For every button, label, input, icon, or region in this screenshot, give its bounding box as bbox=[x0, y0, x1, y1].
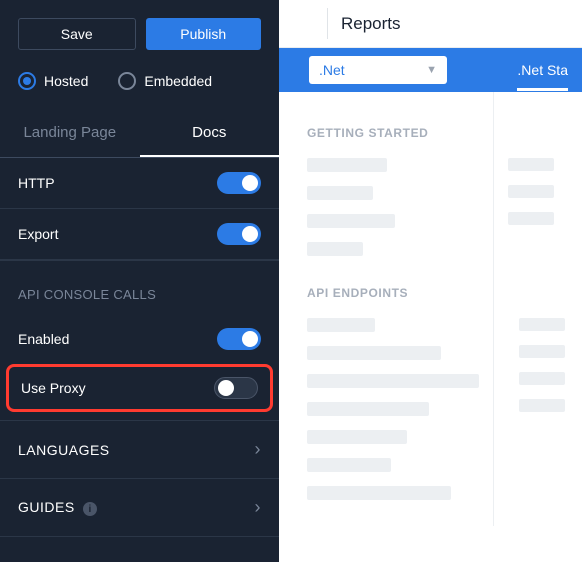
skeleton-line bbox=[307, 402, 429, 416]
caret-down-icon: ▼ bbox=[426, 64, 437, 76]
use-proxy-highlight: Use Proxy bbox=[6, 364, 273, 412]
radio-icon bbox=[118, 72, 136, 90]
enabled-toggle-row: Enabled bbox=[0, 314, 279, 360]
skeleton-line bbox=[307, 374, 479, 388]
toolbar: .Net ▼ .Net Sta bbox=[279, 48, 582, 92]
http-toggle[interactable] bbox=[217, 172, 261, 194]
chevron-right-icon: › bbox=[255, 497, 262, 518]
export-toggle[interactable] bbox=[217, 223, 261, 245]
languages-row[interactable]: LANGUAGES › bbox=[0, 420, 279, 478]
hosting-radio-group: Hosted Embedded bbox=[0, 66, 279, 110]
skeleton-line bbox=[307, 242, 363, 256]
http-label: HTTP bbox=[18, 175, 55, 191]
save-button[interactable]: Save bbox=[18, 18, 136, 50]
skeleton-line bbox=[307, 430, 407, 444]
info-icon: i bbox=[83, 502, 97, 516]
skeleton-line bbox=[307, 186, 373, 200]
api-console-section-title: API CONSOLE CALLS bbox=[0, 260, 279, 314]
languages-label: LANGUAGES bbox=[18, 442, 110, 458]
sidebar: Save Publish Hosted Embedded Landing Pag… bbox=[0, 0, 279, 562]
embedded-radio-label: Embedded bbox=[144, 73, 212, 89]
skeleton-line bbox=[519, 372, 565, 385]
skeleton-line bbox=[519, 318, 565, 331]
skeleton-line bbox=[307, 486, 451, 500]
tab-docs[interactable]: Docs bbox=[140, 110, 280, 157]
enabled-toggle[interactable] bbox=[217, 328, 261, 350]
skeleton-group bbox=[307, 158, 554, 256]
http-toggle-row: HTTP bbox=[0, 158, 279, 209]
main-header: Reports bbox=[279, 0, 582, 48]
skeleton-line bbox=[508, 158, 554, 171]
sidebar-tabs: Landing Page Docs bbox=[0, 110, 279, 158]
page-title: Reports bbox=[341, 14, 401, 34]
skeleton-line bbox=[519, 399, 565, 412]
main-panel: Reports .Net ▼ .Net Sta GETTING STARTED bbox=[279, 0, 582, 562]
guides-row[interactable]: GUIDES i › bbox=[0, 478, 279, 537]
guides-label: GUIDES i bbox=[18, 499, 97, 517]
publish-button[interactable]: Publish bbox=[146, 18, 262, 50]
hosted-radio[interactable]: Hosted bbox=[18, 72, 88, 90]
language-select[interactable]: .Net ▼ bbox=[309, 56, 447, 84]
skeleton-line bbox=[307, 346, 441, 360]
skeleton-line bbox=[307, 158, 387, 172]
language-select-label: .Net bbox=[319, 62, 345, 78]
skeleton-line bbox=[307, 458, 391, 472]
skeleton-line bbox=[508, 212, 554, 225]
skeleton-line bbox=[508, 185, 554, 198]
api-endpoints-heading: API ENDPOINTS bbox=[307, 286, 554, 300]
export-toggle-row: Export bbox=[0, 209, 279, 260]
toolbar-tab-net-standard[interactable]: .Net Sta bbox=[517, 62, 568, 91]
use-proxy-toggle[interactable] bbox=[214, 377, 258, 399]
hosted-radio-label: Hosted bbox=[44, 73, 88, 89]
use-proxy-label: Use Proxy bbox=[21, 380, 86, 396]
radio-icon bbox=[18, 72, 36, 90]
skeleton-line bbox=[519, 345, 565, 358]
enabled-label: Enabled bbox=[18, 331, 69, 347]
skeleton-group bbox=[307, 318, 554, 500]
skeleton-line bbox=[307, 214, 395, 228]
getting-started-heading: GETTING STARTED bbox=[307, 126, 554, 140]
content-area: GETTING STARTED API ENDPOINTS bbox=[279, 92, 582, 526]
sidebar-button-row: Save Publish bbox=[0, 0, 279, 66]
chevron-right-icon: › bbox=[255, 439, 262, 460]
skeleton-line bbox=[307, 318, 375, 332]
export-label: Export bbox=[18, 226, 58, 242]
embedded-radio[interactable]: Embedded bbox=[118, 72, 212, 90]
tab-landing-page[interactable]: Landing Page bbox=[0, 110, 140, 157]
